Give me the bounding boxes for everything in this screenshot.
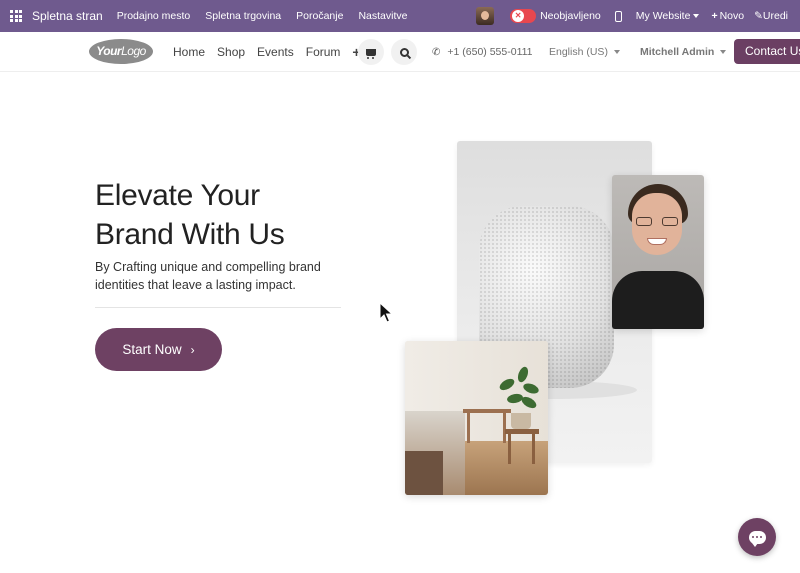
edit-label: Uredi bbox=[762, 10, 788, 22]
hero-title: Elevate Your Brand With Us bbox=[95, 176, 355, 254]
start-now-label: Start Now bbox=[122, 342, 182, 357]
main-nav: Home Shop Events Forum + bbox=[173, 32, 373, 72]
apps-grid-icon bbox=[10, 10, 22, 22]
mobile-preview-icon[interactable] bbox=[614, 10, 622, 22]
chevron-right-icon: › bbox=[190, 342, 195, 357]
live-chat-button[interactable] bbox=[738, 518, 776, 556]
nav-home[interactable]: Home bbox=[173, 45, 205, 59]
start-now-button[interactable]: Start Now › bbox=[95, 328, 222, 371]
user-avatar[interactable] bbox=[476, 7, 495, 25]
hero-subtitle: By Crafting unique and compelling brand … bbox=[95, 260, 321, 292]
logo-text: Logo bbox=[121, 44, 146, 58]
hero-divider bbox=[95, 307, 341, 308]
publish-toggle[interactable] bbox=[510, 9, 537, 23]
menu-item-settings[interactable]: Nastavitve bbox=[358, 10, 407, 22]
person-image bbox=[612, 175, 704, 329]
logo-text-bold: Your bbox=[96, 44, 122, 58]
apps-menu-button[interactable] bbox=[0, 0, 32, 32]
cart-icon bbox=[366, 48, 376, 59]
edit-button[interactable]: ✎Uredi bbox=[754, 10, 788, 22]
phone-link[interactable]: ✆ +1 (650) 555-0111 bbox=[432, 32, 533, 72]
menu-item-pos[interactable]: Prodajno mesto bbox=[117, 10, 191, 22]
contact-us-button[interactable]: Contact Us bbox=[734, 39, 800, 64]
nav-forum[interactable]: Forum bbox=[306, 45, 341, 59]
new-label: Novo bbox=[719, 10, 745, 22]
pencil-icon: ✎ bbox=[754, 10, 763, 22]
site-header: YourLogo Home Shop Events Forum + ✆ +1 (… bbox=[0, 32, 800, 72]
search-button[interactable] bbox=[391, 39, 417, 65]
nav-shop[interactable]: Shop bbox=[217, 45, 245, 59]
menu-item-reporting[interactable]: Poročanje bbox=[296, 10, 343, 22]
menu-item-eshop[interactable]: Spletna trgovina bbox=[205, 10, 281, 22]
cart-button[interactable] bbox=[358, 39, 384, 65]
publish-status[interactable]: Neobjavljeno bbox=[540, 10, 601, 22]
new-button[interactable]: + Novo bbox=[711, 10, 744, 22]
phone-number: +1 (650) 555-0111 bbox=[447, 46, 533, 58]
nav-events[interactable]: Events bbox=[257, 45, 294, 59]
phone-icon: ✆ bbox=[432, 46, 441, 58]
hero-title-line2: Brand With Us bbox=[95, 218, 285, 251]
user-menu[interactable]: Mitchell Admin bbox=[640, 32, 726, 72]
chat-icon bbox=[748, 530, 766, 547]
language-selector[interactable]: English (US) bbox=[549, 32, 620, 72]
site-logo[interactable]: YourLogo bbox=[89, 39, 153, 64]
hero-title-line1: Elevate Your bbox=[95, 179, 260, 212]
search-icon bbox=[399, 47, 409, 57]
admin-bar: Spletna stran Prodajno mesto Spletna trg… bbox=[0, 0, 800, 32]
mouse-cursor-icon bbox=[379, 302, 393, 323]
app-name[interactable]: Spletna stran bbox=[32, 9, 103, 23]
website-selector[interactable]: My Website bbox=[636, 10, 700, 22]
room-image bbox=[405, 341, 548, 495]
plus-icon: + bbox=[711, 10, 718, 22]
